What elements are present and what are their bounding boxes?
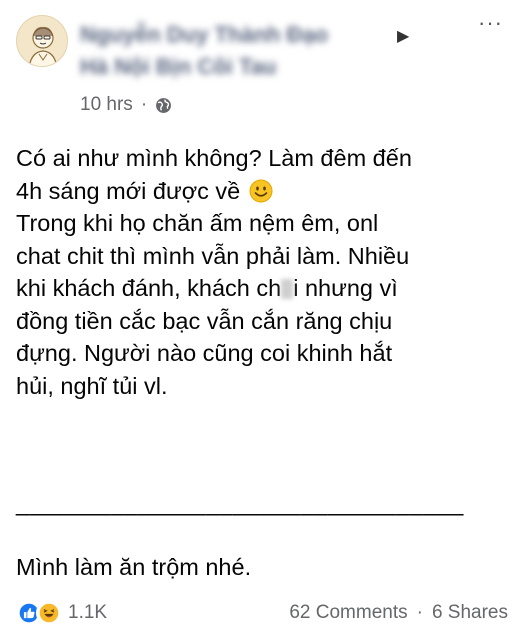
post-text-line: chat chit thì mình vẫn phải làm. Nhiều: [16, 242, 410, 269]
post-text-line: Trong khi họ chăn ấm nệm êm, onl: [16, 210, 379, 236]
reaction-count: 1.1K: [68, 602, 108, 623]
post-text-line: đựng. Người nào cũng coi khinh hắt: [16, 340, 393, 366]
post-closing-line: Mình làm ăn trộm nhé.: [16, 554, 252, 580]
reaction-summary[interactable]: 1.1K: [16, 600, 107, 626]
text-divider: _________________________________: [16, 490, 464, 516]
post-header: Nguyễn Duy Thành Đạo Hà Nội Bịn Côi Tau …: [0, 0, 524, 120]
smile-emoji-icon: [249, 179, 273, 202]
engagement-stats: 62 Comments · 6 Shares: [289, 602, 508, 624]
avatar-illustration-icon: [28, 26, 58, 66]
author-avatar[interactable]: [16, 15, 68, 67]
meta-separator: ·: [140, 94, 148, 115]
post-text-line: hủi, nghĩ tủi vl.: [16, 372, 168, 399]
more-options-icon[interactable]: ···: [478, 10, 503, 36]
triangle-right-icon: ▶: [397, 28, 410, 45]
comments-link[interactable]: 62 Comments: [289, 602, 407, 624]
post-meta: 10 hrs ·: [80, 94, 172, 116]
post-footer: 1.1K 62 Comments · 6 Shares: [0, 596, 524, 632]
post-text-line: đồng tiền cắc bạc vẫn cắn răng chịu: [16, 307, 393, 334]
group-name[interactable]: Hà Nội Bịn Côi Tau: [80, 54, 276, 80]
post-text-segment: 4h sáng mới được về: [16, 177, 241, 204]
censor-blur: [281, 279, 294, 299]
post-text-line: khi khách đánh, khách ch i nhưng vì: [16, 272, 512, 305]
haha-icon: [36, 600, 62, 626]
post-body: Có ai như mình không? Làm đêm đến 4h sán…: [16, 142, 512, 402]
shares-link[interactable]: 6 Shares: [432, 602, 508, 624]
author-name[interactable]: Nguyễn Duy Thành Đạo: [80, 22, 328, 48]
post-text-line: Có ai như mình không? Làm đêm đến: [16, 145, 412, 171]
post-text-line: 4h sáng mới được về: [16, 175, 512, 208]
post-text-segment: khi khách đánh, khách ch: [16, 275, 282, 301]
post-time[interactable]: 10 hrs: [80, 94, 133, 116]
post-text-segment: i nhưng vì: [293, 275, 398, 301]
stats-separator: ·: [416, 602, 423, 623]
globe-icon[interactable]: [155, 97, 172, 114]
